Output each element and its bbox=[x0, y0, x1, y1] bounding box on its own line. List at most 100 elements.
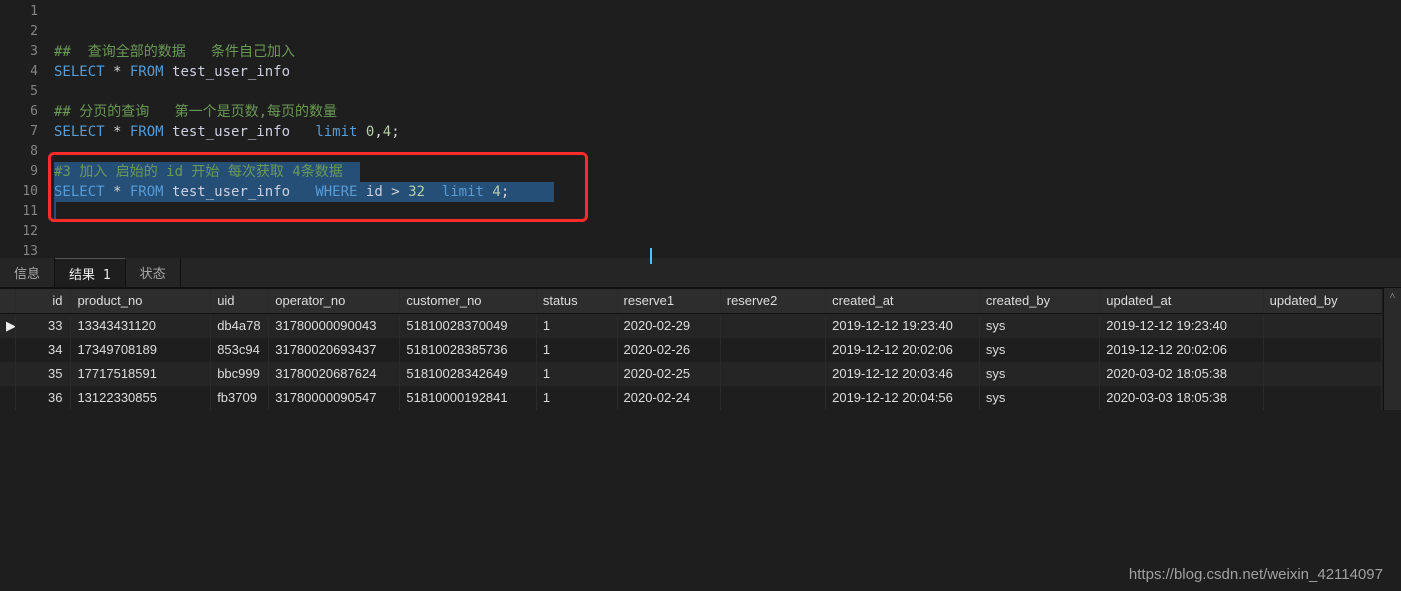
cell-ptr[interactable]: ▶ bbox=[0, 313, 15, 338]
cell-updated_at[interactable]: 2019-12-12 20:02:06 bbox=[1100, 338, 1263, 362]
col-header-reserve2[interactable]: reserve2 bbox=[720, 289, 825, 313]
code-line[interactable]: ## 查询全部的数据 条件自己加入 bbox=[54, 42, 1401, 62]
col-header-uid[interactable]: uid bbox=[211, 289, 269, 313]
cell-customer_no[interactable]: 51810000192841 bbox=[400, 386, 537, 410]
cell-id[interactable]: 33 bbox=[15, 313, 71, 338]
result-tabs: 信息结果 1状态 bbox=[0, 258, 1401, 288]
cell-reserve1[interactable]: 2020-02-26 bbox=[617, 338, 720, 362]
cell-updated_by[interactable] bbox=[1263, 386, 1381, 410]
col-header-created_by[interactable]: created_by bbox=[979, 289, 1099, 313]
cell-reserve2[interactable] bbox=[720, 386, 825, 410]
code-line[interactable] bbox=[54, 2, 1401, 22]
table-row[interactable]: ▶3313343431120db4a7831780000090043518100… bbox=[0, 313, 1382, 338]
col-header-product_no[interactable]: product_no bbox=[71, 289, 211, 313]
cell-created_by[interactable]: sys bbox=[979, 386, 1099, 410]
code-token: , bbox=[374, 124, 382, 140]
line-number: 5 bbox=[0, 82, 54, 102]
cell-product_no[interactable]: 13122330855 bbox=[71, 386, 211, 410]
result-table[interactable]: idproduct_nouidoperator_nocustomer_nosta… bbox=[0, 289, 1382, 410]
code-token: SELECT bbox=[54, 124, 105, 140]
cell-uid[interactable]: bbc999 bbox=[211, 362, 269, 386]
code-token: ## 分页的查询 第一个是页数,每页的数量 bbox=[54, 104, 337, 120]
code-line[interactable] bbox=[54, 242, 1401, 262]
cell-operator_no[interactable]: 31780020693437 bbox=[269, 338, 400, 362]
cell-ptr[interactable] bbox=[0, 362, 15, 386]
cell-customer_no[interactable]: 51810028385736 bbox=[400, 338, 537, 362]
cell-created_at[interactable]: 2019-12-12 20:02:06 bbox=[826, 338, 980, 362]
code-line[interactable] bbox=[54, 22, 1401, 42]
cell-status[interactable]: 1 bbox=[536, 338, 617, 362]
cell-id[interactable]: 35 bbox=[15, 362, 71, 386]
cell-status[interactable]: 1 bbox=[536, 362, 617, 386]
table-row[interactable]: 3417349708189853c94317800206934375181002… bbox=[0, 338, 1382, 362]
code-token bbox=[357, 124, 365, 140]
col-header-reserve1[interactable]: reserve1 bbox=[617, 289, 720, 313]
col-header-created_at[interactable]: created_at bbox=[826, 289, 980, 313]
code-line[interactable]: ## 分页的查询 第一个是页数,每页的数量 bbox=[54, 102, 1401, 122]
cell-product_no[interactable]: 17717518591 bbox=[71, 362, 211, 386]
col-header-status[interactable]: status bbox=[536, 289, 617, 313]
line-number: 3 bbox=[0, 42, 54, 62]
cell-updated_at[interactable]: 2020-03-03 18:05:38 bbox=[1100, 386, 1263, 410]
scroll-up-icon[interactable]: ˄ bbox=[1384, 288, 1401, 304]
cell-created_by[interactable]: sys bbox=[979, 313, 1099, 338]
cell-created_at[interactable]: 2019-12-12 20:03:46 bbox=[826, 362, 980, 386]
code-token: * bbox=[105, 124, 130, 140]
table-row[interactable]: 3613122330855fb3709317800000905475181000… bbox=[0, 386, 1382, 410]
cell-updated_by[interactable] bbox=[1263, 338, 1381, 362]
cell-id[interactable]: 36 bbox=[15, 386, 71, 410]
cell-operator_no[interactable]: 31780020687624 bbox=[269, 362, 400, 386]
col-header-updated_by[interactable]: updated_by bbox=[1263, 289, 1381, 313]
line-number: 12 bbox=[0, 222, 54, 242]
cell-operator_no[interactable]: 31780000090547 bbox=[269, 386, 400, 410]
cell-uid[interactable]: 853c94 bbox=[211, 338, 269, 362]
cell-reserve2[interactable] bbox=[720, 362, 825, 386]
table-row[interactable]: 3517717518591bbc999317800206876245181002… bbox=[0, 362, 1382, 386]
cell-reserve2[interactable] bbox=[720, 313, 825, 338]
cell-reserve2[interactable] bbox=[720, 338, 825, 362]
cell-reserve1[interactable]: 2020-02-29 bbox=[617, 313, 720, 338]
code-token: limit bbox=[315, 124, 357, 140]
code-token: FROM bbox=[130, 64, 164, 80]
cell-id[interactable]: 34 bbox=[15, 338, 71, 362]
sql-editor[interactable]: 12345678910111213 ## 查询全部的数据 条件自己加入SELEC… bbox=[0, 0, 1401, 258]
col-header-operator_no[interactable]: operator_no bbox=[269, 289, 400, 313]
line-number-gutter: 12345678910111213 bbox=[0, 0, 54, 258]
line-number: 2 bbox=[0, 22, 54, 42]
cell-status[interactable]: 1 bbox=[536, 386, 617, 410]
cell-customer_no[interactable]: 51810028370049 bbox=[400, 313, 537, 338]
cell-updated_at[interactable]: 2020-03-02 18:05:38 bbox=[1100, 362, 1263, 386]
vertical-scrollbar[interactable]: ˄ bbox=[1383, 288, 1401, 410]
cell-product_no[interactable]: 17349708189 bbox=[71, 338, 211, 362]
cell-updated_by[interactable] bbox=[1263, 362, 1381, 386]
cell-updated_at[interactable]: 2019-12-12 19:23:40 bbox=[1100, 313, 1263, 338]
cell-ptr[interactable] bbox=[0, 338, 15, 362]
col-header-id[interactable]: id bbox=[15, 289, 71, 313]
cell-status[interactable]: 1 bbox=[536, 313, 617, 338]
tab-结果 1[interactable]: 结果 1 bbox=[55, 258, 126, 287]
col-header-customer_no[interactable]: customer_no bbox=[400, 289, 537, 313]
cell-operator_no[interactable]: 31780000090043 bbox=[269, 313, 400, 338]
code-line[interactable]: SELECT * FROM test_user_info bbox=[54, 62, 1401, 82]
col-header-updated_at[interactable]: updated_at bbox=[1100, 289, 1263, 313]
tab-状态[interactable]: 状态 bbox=[126, 258, 181, 287]
line-number: 13 bbox=[0, 242, 54, 262]
tab-信息[interactable]: 信息 bbox=[0, 258, 55, 287]
cell-reserve1[interactable]: 2020-02-24 bbox=[617, 386, 720, 410]
cell-reserve1[interactable]: 2020-02-25 bbox=[617, 362, 720, 386]
cell-ptr[interactable] bbox=[0, 386, 15, 410]
cell-created_by[interactable]: sys bbox=[979, 338, 1099, 362]
code-line[interactable] bbox=[54, 222, 1401, 242]
cell-uid[interactable]: db4a78 bbox=[211, 313, 269, 338]
cell-product_no[interactable]: 13343431120 bbox=[71, 313, 211, 338]
cell-updated_by[interactable] bbox=[1263, 313, 1381, 338]
cell-created_by[interactable]: sys bbox=[979, 362, 1099, 386]
cell-customer_no[interactable]: 51810028342649 bbox=[400, 362, 537, 386]
line-number: 7 bbox=[0, 122, 54, 142]
col-header-ptr[interactable] bbox=[0, 289, 15, 313]
code-line[interactable] bbox=[54, 82, 1401, 102]
code-line[interactable]: SELECT * FROM test_user_info limit 0,4; bbox=[54, 122, 1401, 142]
cell-uid[interactable]: fb3709 bbox=[211, 386, 269, 410]
cell-created_at[interactable]: 2019-12-12 19:23:40 bbox=[826, 313, 980, 338]
cell-created_at[interactable]: 2019-12-12 20:04:56 bbox=[826, 386, 980, 410]
